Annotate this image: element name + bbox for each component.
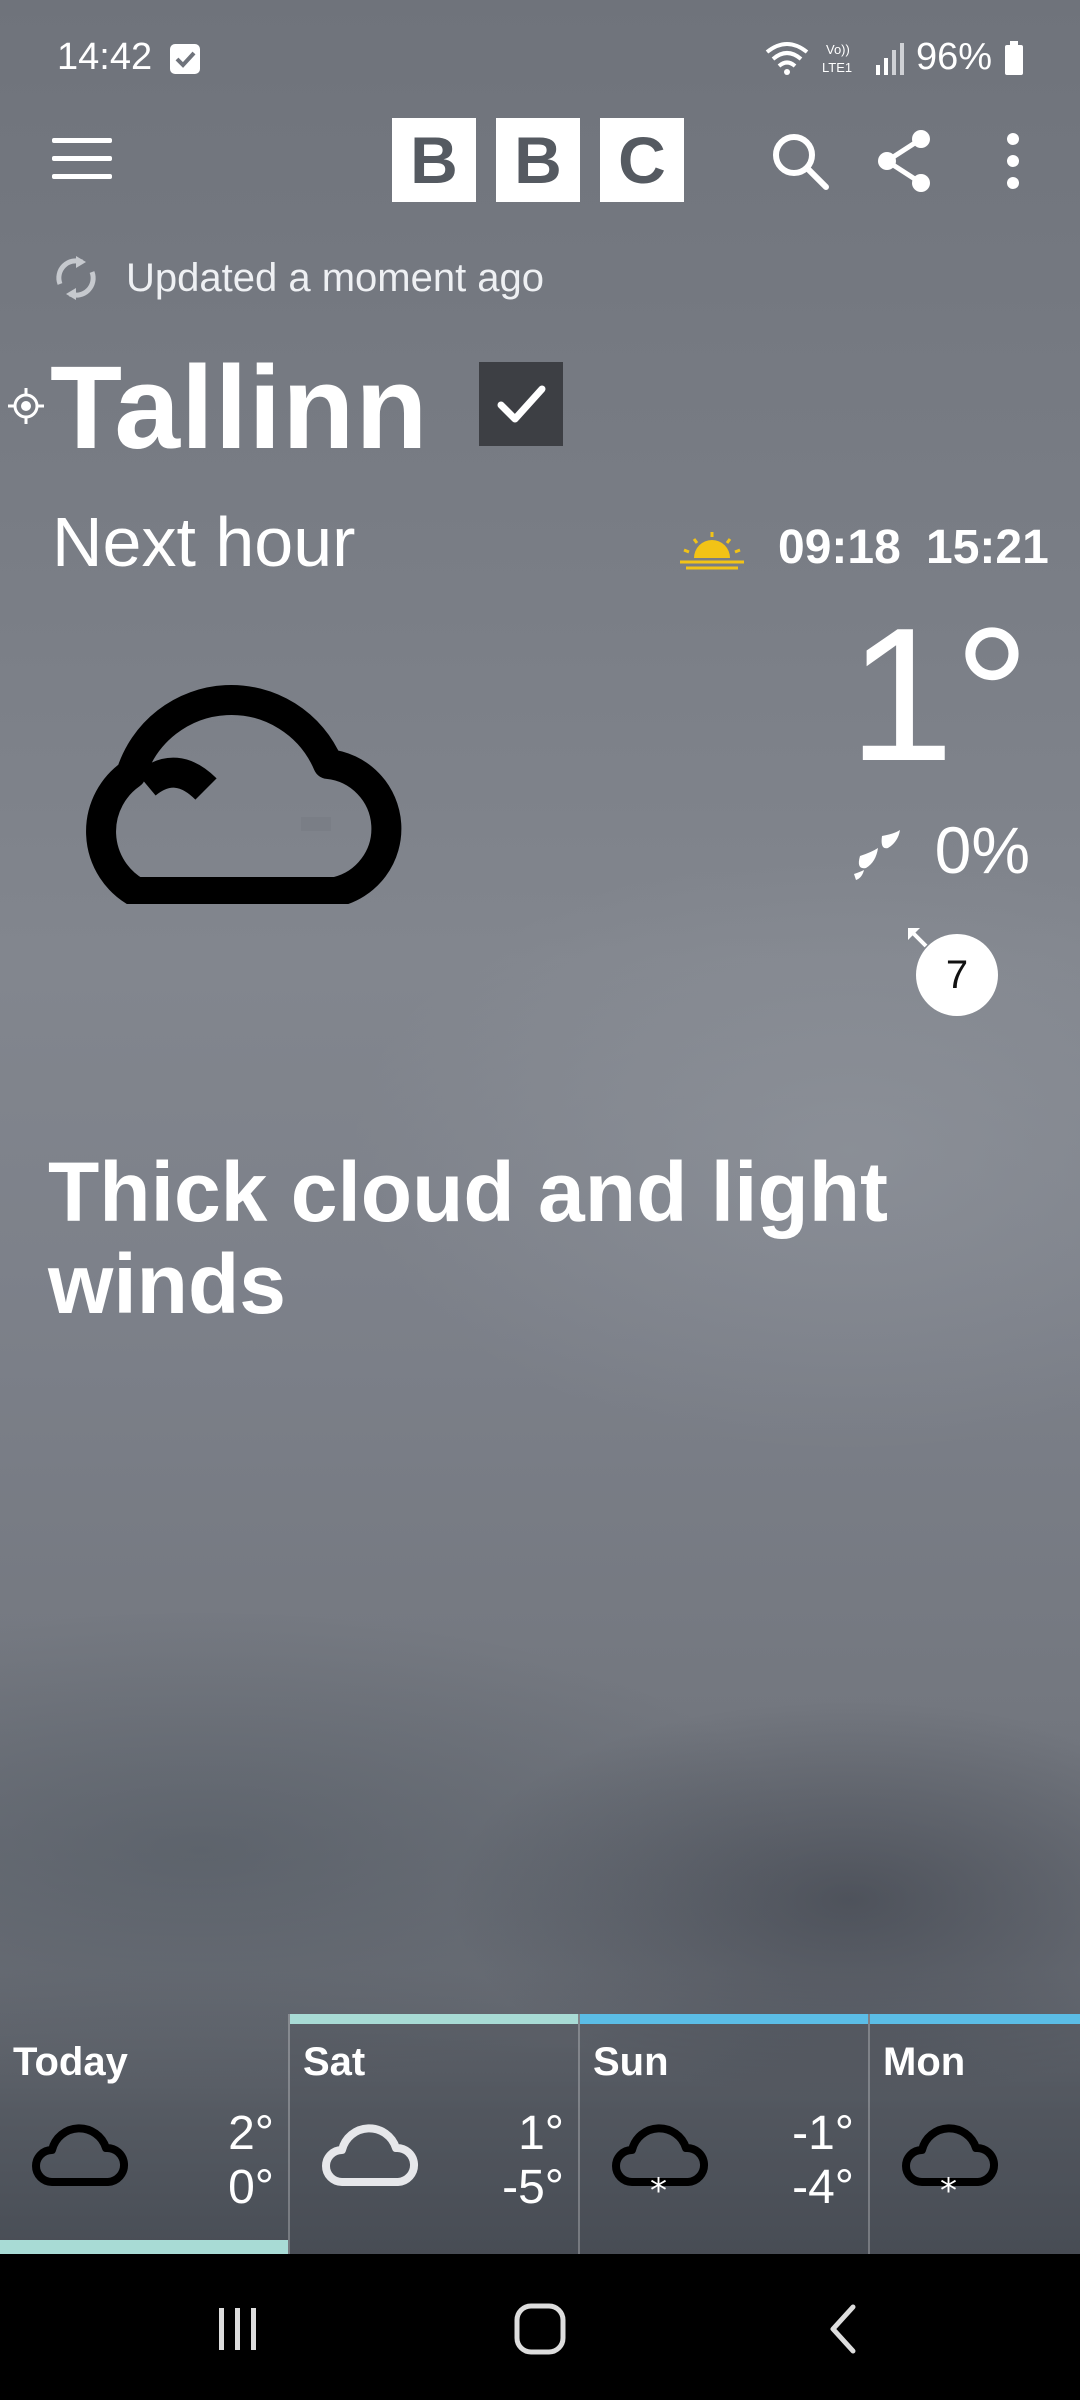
day-high: 1° — [518, 2107, 564, 2160]
logo-letter: B — [496, 118, 580, 202]
day-temp-bar — [870, 2014, 1080, 2024]
day-high: 2° — [228, 2107, 274, 2160]
system-nav-bar — [0, 2254, 1080, 2400]
home-button[interactable] — [505, 2294, 575, 2364]
checkmark-icon — [497, 385, 546, 423]
svg-text:*: * — [940, 2171, 957, 2202]
logo-letter: B — [392, 118, 476, 202]
share-icon — [878, 130, 930, 192]
raindrops-icon — [854, 830, 900, 880]
bbc-logo[interactable]: B B C — [392, 118, 684, 202]
status-bar: 14:42 Vo)) LTE1 96% — [0, 0, 1080, 120]
menu-icon-line — [52, 156, 112, 161]
current-temperature: 1° — [848, 589, 1030, 801]
status-icons: Vo)) LTE1 96% — [764, 36, 1024, 79]
recent-apps-icon — [219, 2308, 256, 2350]
weather-summary: Thick cloud and light winds — [48, 1145, 888, 1331]
menu-button[interactable] — [52, 138, 112, 182]
menu-icon-line — [52, 174, 112, 179]
home-icon — [514, 2303, 566, 2355]
cloud-icon — [86, 684, 402, 904]
sunrise-icon — [680, 532, 744, 570]
forecast-day-today[interactable]: Today 2° 0° — [0, 2014, 290, 2254]
wifi-icon — [765, 41, 809, 75]
day-low: 0° — [228, 2161, 274, 2214]
sunset-time: 15:21 — [926, 521, 1049, 574]
svg-text:Vo)): Vo)) — [826, 42, 850, 57]
cloud-icon — [322, 2124, 418, 2186]
notification-check-icon — [170, 44, 200, 74]
app-bar: B B C — [0, 110, 1080, 210]
refresh-icon — [56, 256, 96, 300]
wind-speed-badge: 7 — [916, 934, 998, 1016]
battery-percent: 96% — [915, 36, 992, 78]
back-button[interactable] — [808, 2294, 878, 2364]
day-low: -4° — [792, 2161, 854, 2214]
cloud-icon — [32, 2124, 128, 2186]
forecast-day-mon[interactable]: Mon * — [870, 2014, 1080, 2254]
status-time: 14:42 — [57, 36, 153, 78]
svg-text:*: * — [650, 2171, 667, 2202]
recent-apps-button[interactable] — [203, 2294, 273, 2364]
snow-cloud-icon: * — [612, 2124, 708, 2202]
city-name: Tallinn — [50, 342, 429, 474]
back-icon — [830, 2304, 856, 2354]
volte-icon: Vo)) LTE1 — [822, 42, 852, 75]
day-low: -5° — [502, 2161, 564, 2214]
signal-icon — [875, 42, 904, 75]
menu-icon-line — [52, 138, 112, 143]
forecast-day-sat[interactable]: Sat 1° -5° — [290, 2014, 580, 2254]
day-name: Sun — [593, 2040, 669, 2084]
snow-cloud-icon: * — [902, 2124, 998, 2202]
forecast-day-sun[interactable]: Sun * -1° -4° — [580, 2014, 870, 2254]
more-options-icon — [1007, 133, 1019, 189]
precipitation-chance: 0% — [934, 813, 1030, 887]
selected-day-indicator — [0, 2240, 288, 2254]
updated-text: Updated a moment ago — [126, 255, 545, 300]
sunrise-time: 09:18 — [778, 521, 901, 574]
forecast-days: Today 2° 0° Sat 1° -5° Sun * -1° -4° Mon… — [0, 2014, 1080, 2254]
svg-text:LTE1: LTE1 — [822, 60, 852, 75]
update-status[interactable]: Updated a moment ago — [52, 254, 544, 302]
search-button[interactable] — [765, 126, 835, 196]
next-hour-label: Next hour — [52, 503, 356, 581]
day-name: Mon — [883, 2040, 966, 2084]
day-temp-bar — [580, 2014, 868, 2024]
search-icon — [773, 134, 829, 190]
day-high: -1° — [792, 2107, 854, 2160]
favourite-location-checkbox[interactable] — [479, 362, 563, 446]
more-options-button[interactable] — [978, 126, 1048, 196]
day-name: Sat — [303, 2040, 366, 2084]
current-location-icon — [8, 388, 44, 424]
day-name: Today — [13, 2040, 128, 2084]
logo-letter: C — [600, 118, 684, 202]
battery-icon — [1005, 40, 1023, 75]
day-temp-bar — [290, 2014, 578, 2024]
share-button[interactable] — [870, 126, 940, 196]
